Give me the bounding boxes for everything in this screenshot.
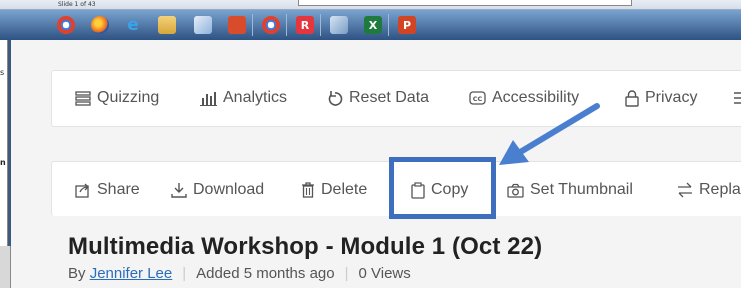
reset-data-label: Reset Data xyxy=(349,89,430,106)
analytics-tab[interactable]: Analytics xyxy=(200,89,287,107)
chrome-icon[interactable] xyxy=(57,16,75,34)
screenshot-root: Slide 1 of 43 e R X P s n Quizzing Analy… xyxy=(0,0,741,288)
replace-button[interactable]: Repla xyxy=(677,181,741,199)
reset-icon xyxy=(328,91,343,106)
set-thumbnail-label: Set Thumbnail xyxy=(530,181,633,198)
list-icon xyxy=(75,91,91,106)
video-title: Multimedia Workshop - Module 1 (Oct 22) xyxy=(68,233,543,260)
share-label: Share xyxy=(97,181,140,198)
media-app-area: Quizzing Analytics Reset Data CC Accessi… xyxy=(11,40,741,288)
snipping-tool-icon[interactable] xyxy=(194,16,212,34)
internet-explorer-icon[interactable]: e xyxy=(124,15,142,35)
media-player-icon[interactable] xyxy=(228,16,246,34)
taskbar-separator xyxy=(286,14,287,36)
download-button[interactable]: Download xyxy=(171,181,264,199)
lock-icon xyxy=(625,89,639,107)
reset-data-tab[interactable]: Reset Data xyxy=(327,89,429,107)
analytics-label: Analytics xyxy=(223,89,288,106)
added-date: Added 5 months ago xyxy=(196,265,335,282)
svg-text:CC: CC xyxy=(473,95,483,103)
trash-icon xyxy=(302,182,314,198)
chrome-icon[interactable] xyxy=(262,16,280,34)
powerpoint-icon[interactable]: P xyxy=(398,16,416,34)
privacy-label: Privacy xyxy=(645,89,698,106)
slide-status-strip: Slide 1 of 43 xyxy=(0,0,741,10)
excel-icon[interactable]: X xyxy=(364,16,382,34)
share-icon xyxy=(75,183,89,198)
taskbar-separator xyxy=(388,14,389,36)
by-label: By Jennifer Lee xyxy=(68,265,173,282)
taskbar-separator xyxy=(252,14,253,36)
replace-label: Repla xyxy=(699,181,741,198)
camera-icon xyxy=(507,183,524,198)
bar-chart-icon xyxy=(200,92,217,106)
notepad-icon[interactable] xyxy=(330,16,348,34)
view-count: 0 Views xyxy=(358,265,411,282)
embedded-desktop-screenshot: Slide 1 of 43 e R X P xyxy=(0,0,741,40)
replace-icon xyxy=(678,182,692,198)
background-window-footer xyxy=(0,246,11,288)
copy-highlight-box xyxy=(389,157,496,219)
settings-icon xyxy=(734,92,741,104)
quizzing-tab[interactable]: Quizzing xyxy=(75,89,159,107)
background-window-body: s n xyxy=(0,40,8,246)
firefox-icon[interactable] xyxy=(91,16,109,34)
delete-button[interactable]: Delete xyxy=(301,181,367,199)
slide-counter: Slide 1 of 43 xyxy=(58,1,96,8)
background-window-edge: s n xyxy=(0,40,11,288)
author-link[interactable]: Jennifer Lee xyxy=(90,265,173,282)
quizzing-label: Quizzing xyxy=(97,89,160,106)
meta-separator: | xyxy=(182,265,187,282)
background-window-text: n xyxy=(0,158,6,167)
document-window-edge xyxy=(298,0,632,6)
set-thumbnail-button[interactable]: Set Thumbnail xyxy=(507,181,633,199)
video-meta: By Jennifer Lee | Added 5 months ago | 0… xyxy=(68,265,411,282)
delete-label: Delete xyxy=(321,181,368,198)
background-window-text: s xyxy=(0,68,5,77)
download-label: Download xyxy=(193,181,265,198)
settings-tab[interactable]: S xyxy=(732,89,741,107)
reader-icon[interactable]: R xyxy=(296,16,314,34)
meta-separator: | xyxy=(344,265,349,282)
share-button[interactable]: Share xyxy=(75,181,140,199)
file-explorer-icon[interactable] xyxy=(158,16,176,34)
closed-caption-icon: CC xyxy=(469,91,486,105)
taskbar-separator xyxy=(320,14,321,36)
annotation-arrow-icon xyxy=(499,103,600,165)
privacy-tab[interactable]: Privacy xyxy=(625,89,697,107)
download-icon xyxy=(171,183,187,198)
